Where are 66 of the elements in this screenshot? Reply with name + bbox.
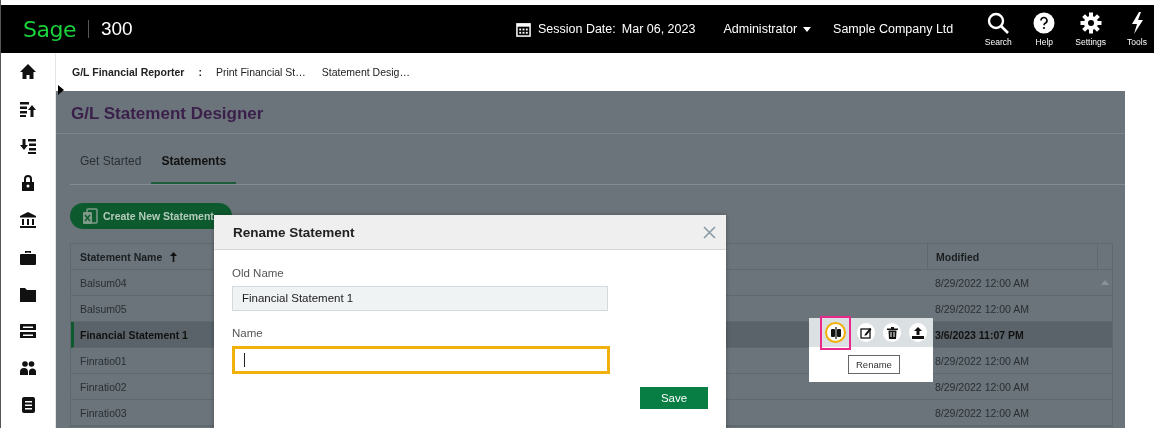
server-icon[interactable] — [19, 322, 37, 340]
tooltip: Rename — [848, 355, 900, 374]
list-upload-icon[interactable] — [19, 100, 37, 118]
scroll-up-icon — [1100, 280, 1109, 285]
list-download-icon[interactable] — [19, 137, 37, 155]
field-label: Old Name — [232, 267, 285, 279]
old-name-field: Financial Statement 1 — [232, 286, 608, 311]
upload-icon — [912, 326, 924, 339]
table-cell: Financial Statement 1 — [80, 328, 188, 341]
session-date: Mar 06, 2023 — [621, 22, 696, 36]
bank-icon[interactable] — [19, 211, 37, 229]
search-button[interactable]: Search — [983, 11, 1014, 47]
dialog-title: Rename Statement — [233, 224, 355, 240]
delete-button[interactable] — [883, 323, 901, 342]
settings-icon — [1079, 11, 1102, 34]
breadcrumb-link[interactable]: Print Financial St… — [215, 66, 306, 78]
close-icon — [703, 225, 716, 239]
table-cell: Balsum05 — [80, 302, 127, 315]
breadcrumb-root[interactable]: G/L Financial Reporter — [72, 66, 185, 78]
home-icon[interactable] — [19, 63, 37, 81]
document-icon[interactable] — [19, 396, 37, 414]
company-name: Sample Company Ltd — [833, 22, 954, 36]
page-title: G/L Statement Designer — [56, 91, 1125, 134]
table-cell-text: 8/29/2022 12:00 AM — [934, 275, 1030, 291]
save-button[interactable]: Save — [640, 387, 708, 409]
table-cell-text: 3/6/2023 11:07 PM — [934, 327, 1025, 343]
product-name: 300 — [100, 18, 133, 40]
table-cell-text: 8/29/2022 12:00 AM — [934, 301, 1030, 317]
edit-button[interactable] — [857, 323, 875, 342]
table-cell-text: 8/29/2022 12:00 AM — [934, 353, 1030, 369]
folder-icon[interactable] — [19, 285, 37, 303]
breadcrumb-separator: : — [198, 66, 202, 78]
edit-icon — [860, 326, 872, 339]
calendar-icon — [515, 21, 531, 37]
briefcase-icon[interactable] — [19, 248, 37, 266]
field-label: Name — [232, 327, 264, 339]
create-statement-button[interactable]: Create New Statement — [70, 203, 232, 229]
expand-arrow-icon[interactable] — [58, 85, 64, 95]
name-input-field[interactable] — [232, 346, 610, 374]
session-date-label: Session Date: — [537, 22, 616, 36]
table-cell: Finratio01 — [80, 354, 127, 367]
search-icon — [987, 11, 1010, 34]
table-cell: Finratio02 — [80, 380, 127, 393]
people-icon[interactable] — [19, 359, 37, 377]
table-cell-text: 8/29/2022 12:00 AM — [934, 379, 1030, 395]
logo: Sage — [23, 16, 76, 42]
table-cell: Finratio03 — [80, 406, 127, 419]
table-cell-text: 8/29/2022 12:00 AM — [934, 405, 1030, 421]
upload-button[interactable] — [909, 323, 927, 342]
rename-button[interactable] — [825, 322, 846, 343]
lock-icon[interactable] — [19, 174, 37, 192]
column-header[interactable]: Statement Name — [71, 244, 371, 269]
caret-icon — [803, 26, 812, 32]
breadcrumb-link[interactable]: Statement Desig… — [321, 66, 410, 78]
rename-icon — [829, 326, 842, 339]
help-button[interactable]: Help — [1029, 11, 1060, 47]
trash-icon — [886, 326, 898, 339]
tools-button[interactable]: Tools — [1122, 11, 1152, 47]
column-header[interactable]: Modified — [927, 244, 1097, 269]
spreadsheet-icon — [82, 207, 98, 225]
lightning-icon — [1130, 11, 1144, 34]
tab[interactable]: Statements — [151, 154, 237, 184]
settings-button[interactable]: Settings — [1075, 11, 1106, 47]
user-menu[interactable]: Administrator — [723, 22, 812, 36]
table-cell: Balsum04 — [80, 276, 127, 289]
help-icon — [1033, 11, 1056, 34]
